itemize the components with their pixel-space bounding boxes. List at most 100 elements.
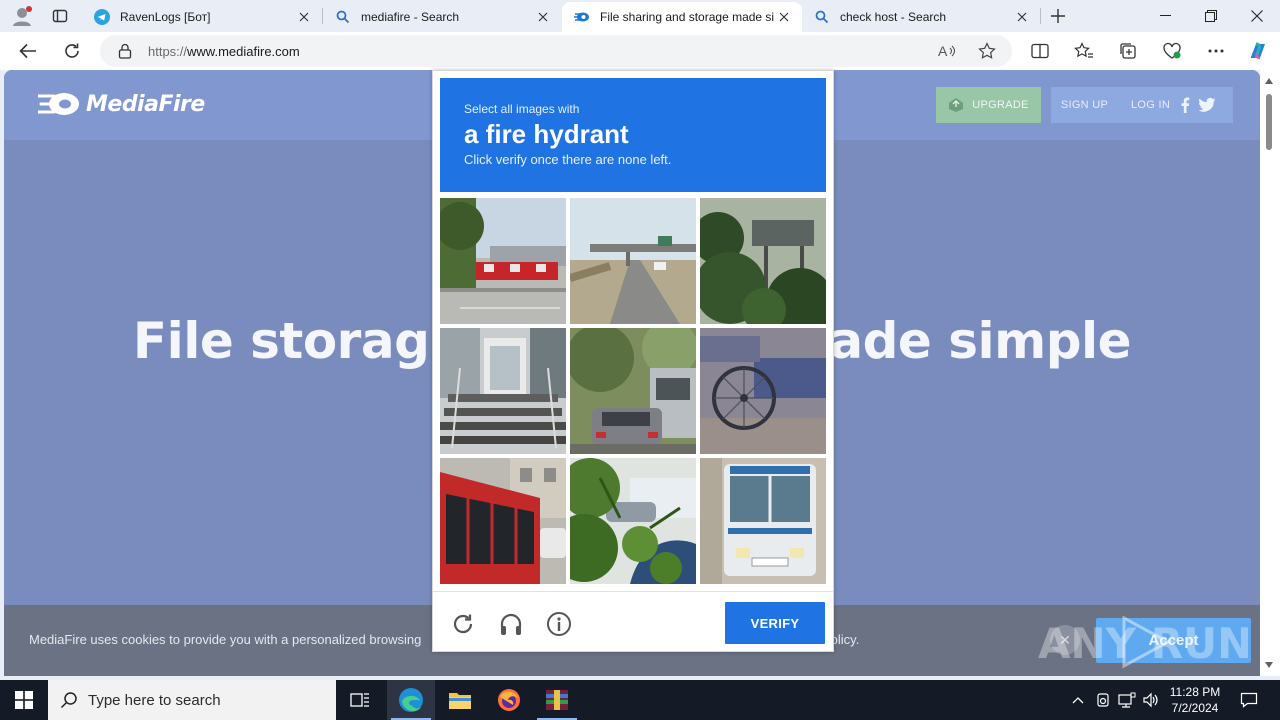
edge-icon: [399, 688, 423, 712]
refresh-button[interactable]: [57, 36, 87, 66]
windows-logo-icon: [15, 691, 33, 709]
captcha-refresh-icon[interactable]: [448, 609, 478, 639]
telegram-icon: [94, 9, 110, 25]
captcha-verify-button[interactable]: VERIFY: [725, 602, 825, 644]
mediafire-logo-icon: [38, 93, 79, 115]
favorites-icon[interactable]: [1069, 36, 1099, 66]
tab-ravenlogs[interactable]: RavenLogs [Бот]: [82, 2, 322, 32]
logo-text: MediaFire: [86, 91, 205, 117]
scroll-thumb[interactable]: [1266, 94, 1272, 150]
captcha-tile-1[interactable]: [440, 198, 566, 324]
tab-mediafire-active[interactable]: File sharing and storage made sir: [562, 2, 802, 32]
taskbar-firefox-app[interactable]: [485, 680, 533, 720]
tray-overflow-icon[interactable]: [1068, 680, 1088, 720]
scroll-up-icon[interactable]: [1265, 78, 1273, 84]
copilot-icon[interactable]: [1243, 36, 1273, 66]
captcha-tile-3[interactable]: [700, 198, 826, 324]
read-aloud-icon[interactable]: A: [936, 40, 958, 62]
captcha-info-icon[interactable]: [544, 609, 574, 639]
tab-check-host[interactable]: check host - Search: [802, 2, 1040, 32]
system-clock[interactable]: 11:28 PM 7/2/2024: [1160, 684, 1230, 716]
tab-strip: RavenLogs [Бот] mediafire - Search File …: [0, 0, 1280, 32]
url-text: https://www.mediafire.com: [148, 44, 300, 59]
close-tab-icon[interactable]: [1012, 7, 1032, 27]
task-view-icon[interactable]: [336, 680, 384, 720]
captcha-target: a fire hydrant: [464, 119, 629, 149]
windows-taskbar: Type here to search 11:28 PM 7/2/2024: [0, 680, 1280, 720]
hero-text-right: ade simple: [829, 312, 1132, 370]
restore-button[interactable]: [1188, 0, 1234, 32]
facebook-icon[interactable]: [1180, 97, 1190, 113]
captcha-tile-4[interactable]: [440, 328, 566, 454]
search-icon: [60, 692, 77, 709]
captcha-tile-7[interactable]: [440, 458, 566, 584]
winrar-icon: [546, 690, 568, 710]
upgrade-button[interactable]: UPGRADE: [936, 87, 1041, 123]
browser-essentials-icon[interactable]: [1157, 36, 1187, 66]
clock-date: 7/2/2024: [1171, 701, 1219, 715]
close-tab-icon[interactable]: [774, 7, 794, 27]
favorite-star-icon[interactable]: [976, 40, 998, 62]
address-bar[interactable]: https://www.mediafire.com A: [100, 35, 1012, 67]
taskbar-edge-app[interactable]: [387, 680, 435, 720]
tray-device-icon[interactable]: [1092, 680, 1114, 720]
lock-icon[interactable]: [118, 43, 132, 62]
captcha-hint: Click verify once there are none left.: [464, 151, 672, 167]
split-screen-icon[interactable]: [1025, 36, 1055, 66]
captcha-prompt: Select all images with a fire hydrant Cl…: [440, 78, 826, 192]
captcha-tile-5[interactable]: [570, 328, 696, 454]
captcha-dialog: Select all images with a fire hydrant Cl…: [432, 70, 834, 652]
scroll-down-icon[interactable]: [1265, 662, 1273, 668]
page-scrollbar[interactable]: [1260, 70, 1280, 676]
taskbar-winrar-app[interactable]: [533, 680, 581, 720]
captcha-tile-2[interactable]: [570, 198, 696, 324]
network-icon[interactable]: [1116, 680, 1138, 720]
anyrun-watermark: ANY RUN: [1038, 610, 1248, 676]
firefox-icon: [498, 689, 520, 711]
sign-up-label: SIGN UP: [1060, 99, 1109, 111]
browser-toolbar: https://www.mediafire.com A: [0, 32, 1280, 70]
captcha-audio-icon[interactable]: [496, 609, 526, 639]
close-tab-icon[interactable]: [533, 7, 553, 27]
minimize-button[interactable]: [1142, 0, 1188, 32]
mediafire-icon: [574, 12, 589, 22]
tab-title: check host - Search: [840, 10, 947, 24]
svg-text:A: A: [938, 43, 948, 59]
start-button[interactable]: [0, 680, 48, 720]
tab-title: RavenLogs [Бот]: [120, 10, 211, 24]
tab-mediafire-search[interactable]: mediafire - Search: [323, 2, 561, 32]
watermark-text: ANY RUN: [1038, 619, 1248, 668]
collections-icon[interactable]: [1113, 36, 1143, 66]
hero-text-left: File storag: [132, 312, 430, 370]
search-placeholder: Type here to search: [88, 691, 221, 709]
sign-up-button[interactable]: SIGN UP: [1051, 87, 1118, 123]
mediafire-logo[interactable]: MediaFire: [38, 90, 205, 118]
close-window-button[interactable]: [1234, 0, 1280, 32]
volume-icon[interactable]: [1140, 680, 1162, 720]
folder-icon: [449, 693, 471, 709]
search-icon: [336, 10, 350, 24]
captcha-tile-8[interactable]: [570, 458, 696, 584]
taskbar-search-box[interactable]: Type here to search: [48, 680, 336, 720]
upgrade-label: UPGRADE: [972, 99, 1029, 111]
tab-actions-icon[interactable]: [45, 3, 75, 29]
verify-label: VERIFY: [750, 615, 800, 631]
captcha-tile-6[interactable]: [700, 328, 826, 454]
profile-icon[interactable]: [7, 3, 37, 29]
close-tab-icon[interactable]: [294, 7, 314, 27]
log-in-label: LOG IN: [1131, 99, 1171, 111]
notification-icon[interactable]: [1232, 680, 1266, 720]
upgrade-icon: [949, 98, 964, 112]
captcha-tile-9[interactable]: [700, 458, 826, 584]
cookie-text: MediaFire uses cookies to provide you wi…: [29, 632, 422, 647]
search-icon: [815, 10, 829, 24]
captcha-prompt-small: Select all images with: [464, 102, 580, 116]
captcha-footer: VERIFY: [433, 591, 833, 652]
taskbar-explorer-app[interactable]: [436, 680, 484, 720]
log-in-button[interactable]: LOG IN: [1118, 87, 1233, 123]
twitter-icon[interactable]: [1198, 97, 1216, 113]
new-tab-button[interactable]: [1044, 3, 1072, 29]
back-button[interactable]: [13, 36, 43, 66]
more-options-icon[interactable]: [1201, 36, 1231, 66]
clock-time: 11:28 PM: [1169, 685, 1221, 699]
